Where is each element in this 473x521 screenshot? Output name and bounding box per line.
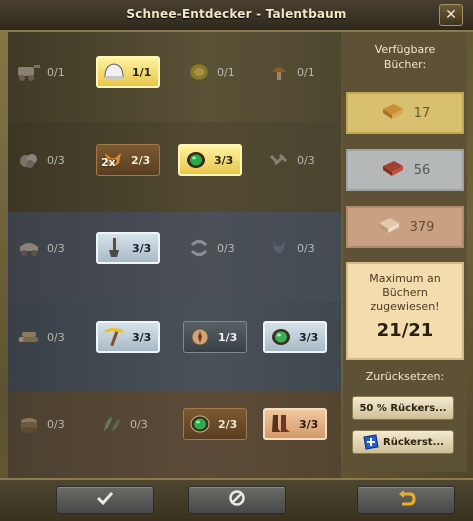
- silver-book-counter: 56: [346, 149, 464, 191]
- cancel-icon: [228, 489, 246, 511]
- skill-count: 3/3: [214, 153, 234, 167]
- confirm-button[interactable]: [56, 486, 154, 514]
- skill-count: 0/3: [47, 241, 65, 255]
- skill-count: 0/1: [217, 65, 235, 79]
- checkmark-icon: [96, 490, 114, 510]
- skill-stump[interactable]: 0/3: [13, 408, 77, 440]
- cart-icon: [15, 58, 43, 86]
- logs-icon: [15, 323, 43, 351]
- blue-plus-icon: [362, 433, 380, 451]
- copper-book-count: 379: [409, 219, 435, 235]
- skill-count: 2/3: [131, 153, 151, 167]
- skill-count: 0/3: [47, 330, 65, 344]
- undo-icon: [396, 489, 416, 511]
- recycle-icon: [185, 234, 213, 262]
- close-icon: ✕: [445, 7, 457, 23]
- fox-icon: 2x: [99, 146, 127, 174]
- sidebar: Verfügbare Bücher: 17 56 379 Maximum an …: [343, 32, 467, 472]
- skill-count: 0/1: [297, 65, 315, 79]
- reset-50-label: 50 % Rückers...: [359, 402, 447, 414]
- skill-count: 0/3: [47, 153, 65, 167]
- skill-boots[interactable]: 3/3: [263, 408, 327, 440]
- pickaxe-icon: [100, 323, 128, 351]
- emerald-icon: [186, 410, 214, 438]
- skill-count: 3/3: [132, 330, 152, 344]
- skill-bone[interactable]: 0/3: [263, 144, 327, 176]
- skill-fox[interactable]: 2x 2/3: [96, 144, 160, 176]
- skill-wagon[interactable]: 0/3: [13, 232, 77, 264]
- gold-book-icon: [380, 101, 406, 125]
- max-books-message: Maximum an Büchern zugewiesen!: [369, 272, 441, 313]
- skill-emerald[interactable]: 3/3: [178, 144, 242, 176]
- gold-book-count: 17: [413, 105, 431, 121]
- gem-icon: [267, 323, 295, 351]
- emerald-icon: [182, 146, 210, 174]
- skill-count: 0/3: [217, 241, 235, 255]
- reset-50-button[interactable]: 50 % Rückers...: [352, 396, 454, 420]
- available-books-label: Verfügbare Bücher:: [374, 43, 436, 71]
- window-frame: Schnee-Entdecker - Talentbaum ✕ 0/1 1/1: [0, 0, 473, 521]
- footer-bar: [0, 478, 473, 521]
- copper-book-icon: [376, 215, 402, 239]
- ore-icon: [15, 146, 43, 174]
- skill-recycle[interactable]: 0/3: [183, 232, 247, 264]
- skill-count: 2/3: [218, 417, 238, 431]
- skill-count: 0/1: [47, 65, 65, 79]
- multiplier-badge: 2x: [101, 156, 116, 169]
- cancel-button[interactable]: [188, 486, 286, 514]
- skill-donkey[interactable]: 0/3: [263, 232, 327, 264]
- max-books-value: 21/21: [376, 320, 434, 341]
- gold-book-counter: 17: [346, 92, 464, 134]
- title-bar: Schnee-Entdecker - Talentbaum ✕: [0, 0, 473, 32]
- reset-label: Zurücksetzen:: [365, 370, 445, 383]
- helmet-icon: [100, 58, 128, 86]
- leaves-icon: [98, 410, 126, 438]
- skill-count: 0/3: [47, 417, 65, 431]
- skill-emerald-2[interactable]: 2/3: [183, 408, 247, 440]
- undo-button[interactable]: [357, 486, 455, 514]
- skill-gem[interactable]: 3/3: [263, 321, 327, 353]
- skill-count: 0/3: [130, 417, 148, 431]
- skill-helmet[interactable]: 1/1: [96, 56, 160, 88]
- skill-count: 0/3: [297, 241, 315, 255]
- skill-pickaxe[interactable]: 3/3: [96, 321, 160, 353]
- reset-full-label: Rückerst...: [383, 436, 444, 448]
- skill-coin[interactable]: 0/1: [183, 56, 247, 88]
- max-books-panel: Maximum an Büchern zugewiesen! 21/21: [346, 262, 464, 360]
- silver-book-count: 56: [413, 162, 431, 178]
- window-title: Schnee-Entdecker - Talentbaum: [126, 7, 347, 21]
- reset-full-button[interactable]: Rückerst...: [352, 430, 454, 454]
- copper-book-counter: 379: [346, 206, 464, 248]
- compass-icon: [186, 323, 214, 351]
- shovel-icon: [100, 234, 128, 262]
- silver-book-icon: [380, 158, 406, 182]
- skill-shovel[interactable]: 3/3: [96, 232, 160, 264]
- donkey-icon: [265, 234, 293, 262]
- wagon-icon: [15, 234, 43, 262]
- close-button[interactable]: ✕: [439, 4, 463, 26]
- skill-count: 1/1: [132, 65, 152, 79]
- stump-icon: [15, 410, 43, 438]
- skill-count: 3/3: [299, 417, 319, 431]
- coin-icon: [185, 58, 213, 86]
- skill-count: 3/3: [132, 241, 152, 255]
- skill-cart[interactable]: 0/1: [13, 56, 77, 88]
- skill-compass[interactable]: 1/3: [183, 321, 247, 353]
- skill-mushroom[interactable]: 0/1: [263, 56, 327, 88]
- skill-count: 1/3: [218, 330, 238, 344]
- skill-logs[interactable]: 0/3: [13, 321, 77, 353]
- talent-tree: 0/1 1/1 0/1 0/1 0/3 2x 2/3 3/3 0/3 0/3 3…: [8, 32, 341, 480]
- mushroom-icon: [265, 58, 293, 86]
- bone-icon: [265, 146, 293, 174]
- skill-count: 0/3: [297, 153, 315, 167]
- skill-ore[interactable]: 0/3: [13, 144, 77, 176]
- skill-count: 3/3: [299, 330, 319, 344]
- skill-leaves[interactable]: 0/3: [96, 408, 160, 440]
- boots-icon: [267, 410, 295, 438]
